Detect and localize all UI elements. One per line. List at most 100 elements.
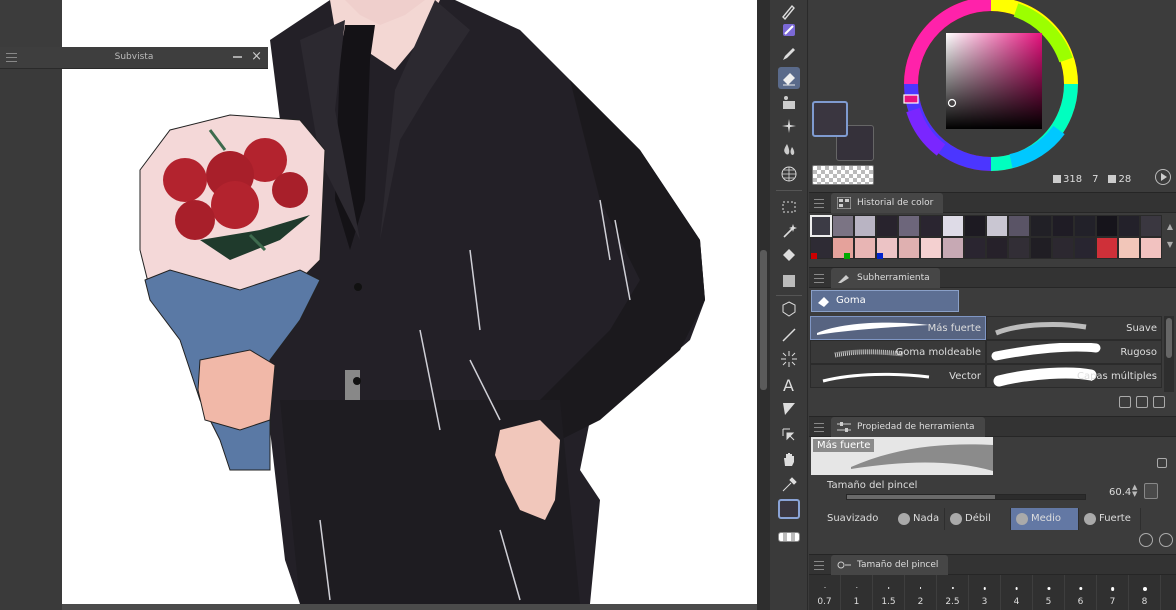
color-history-swatch[interactable]: [942, 237, 964, 259]
subtool-scrollbar[interactable]: [1164, 316, 1174, 392]
color-history-swatch[interactable]: [1140, 237, 1162, 259]
color-history-swatch[interactable]: [1118, 237, 1140, 259]
tab-subtool[interactable]: Subherramienta: [831, 268, 940, 288]
subtool-item-vector[interactable]: Vector: [810, 364, 986, 388]
color-history-swatch[interactable]: [920, 237, 942, 259]
brush-size-preset[interactable]: 1: [841, 575, 873, 610]
color-history-swatch[interactable]: [920, 215, 942, 237]
brush-size-preset[interactable]: 5: [1033, 575, 1065, 610]
main-color-swatch[interactable]: [812, 101, 848, 137]
play-icon[interactable]: [1155, 169, 1171, 185]
3d-object-icon[interactable]: [778, 298, 800, 320]
subtool-group-eraser[interactable]: Goma: [811, 290, 959, 312]
color-history-swatch[interactable]: [986, 215, 1008, 237]
color-wheel[interactable]: [901, 0, 1081, 172]
brush-size-spinner-icon[interactable]: ▲ ▼: [1132, 484, 1140, 500]
color-history-swatch[interactable]: [1030, 237, 1052, 259]
main-color-swatch[interactable]: [778, 499, 800, 519]
duplicate-subtool-icon[interactable]: [1136, 396, 1148, 408]
color-history-swatch[interactable]: [964, 215, 986, 237]
color-history-swatch[interactable]: [898, 215, 920, 237]
color-history-swatch[interactable]: [898, 237, 920, 259]
color-history-swatch[interactable]: [1140, 215, 1162, 237]
brush-tool-icon[interactable]: [778, 19, 800, 41]
pencil-tool-icon[interactable]: [778, 43, 800, 65]
eyedropper-icon[interactable]: [778, 474, 800, 496]
color-history-swatch[interactable]: [854, 237, 876, 259]
brush-size-slider[interactable]: [846, 494, 1086, 500]
panel-grip-icon[interactable]: [814, 199, 824, 211]
color-history-swatch[interactable]: [1074, 237, 1096, 259]
color-history-swatch[interactable]: [1118, 215, 1140, 237]
color-history-swatch[interactable]: [832, 215, 854, 237]
brush-size-preset[interactable]: 4: [1001, 575, 1033, 610]
color-history-swatch[interactable]: [964, 237, 986, 259]
sub-view-toggle-icon[interactable]: [1139, 533, 1153, 547]
brush-size-value[interactable]: 60.4: [1109, 487, 1131, 498]
transparent-color-swatch[interactable]: [812, 165, 874, 185]
tab-color-history[interactable]: Historial de color: [831, 193, 944, 213]
download-icon[interactable]: [1144, 483, 1158, 499]
color-history-swatch[interactable]: [1096, 237, 1118, 259]
grid-tool-icon[interactable]: [778, 163, 800, 185]
brush-size-preset[interactable]: 2.5: [937, 575, 969, 610]
line-tool-icon[interactable]: [778, 324, 800, 346]
hand-tool-icon[interactable]: [778, 448, 800, 470]
color-history-swatch[interactable]: [1096, 215, 1118, 237]
smoothing-option-nada[interactable]: Nada: [893, 508, 945, 530]
brush-size-preset[interactable]: 2: [905, 575, 937, 610]
brush-size-preset[interactable]: 3: [969, 575, 1001, 610]
panel-grip-icon[interactable]: [814, 423, 824, 435]
scrollbar-thumb[interactable]: [1166, 318, 1172, 358]
brush-size-preset[interactable]: 0.7: [809, 575, 841, 610]
lock-icon[interactable]: [1157, 458, 1167, 468]
brush-size-preset[interactable]: 1.5: [873, 575, 905, 610]
color-history-swatch[interactable]: [1052, 237, 1074, 259]
color-history-swatch[interactable]: [810, 215, 832, 237]
fill-tool-icon[interactable]: [778, 244, 800, 266]
canvas-vertical-scrollbar[interactable]: [757, 0, 770, 610]
sparkle-tool-icon[interactable]: [778, 115, 800, 137]
color-history-swatch[interactable]: [1030, 215, 1052, 237]
history-scroll-icon[interactable]: ▲ ▼: [1166, 218, 1174, 258]
delete-subtool-icon[interactable]: [1153, 396, 1165, 408]
subview-header[interactable]: Subvista ×: [0, 47, 268, 69]
color-history-swatch[interactable]: [1052, 215, 1074, 237]
color-history-swatch[interactable]: [876, 215, 898, 237]
smoothing-option-débil[interactable]: Débil: [945, 508, 1011, 530]
magic-wand-icon[interactable]: [778, 220, 800, 242]
object-select-icon[interactable]: [778, 424, 800, 446]
text-tool-icon[interactable]: A: [778, 374, 800, 396]
brush-size-preset[interactable]: 7: [1097, 575, 1129, 610]
brush-size-preset[interactable]: 6: [1065, 575, 1097, 610]
gradient-tool-icon[interactable]: [778, 270, 800, 292]
droplet-tool-icon[interactable]: [778, 139, 800, 161]
subtool-item-goma-moldeable[interactable]: Goma moldeable: [810, 340, 986, 364]
radial-lines-icon[interactable]: [778, 348, 800, 370]
color-history-swatch[interactable]: [1008, 237, 1030, 259]
color-history-swatch[interactable]: [854, 215, 876, 237]
smoothing-option-fuerte[interactable]: Fuerte: [1079, 508, 1141, 530]
balloon-tool-icon[interactable]: [778, 398, 800, 420]
wrench-icon[interactable]: [1159, 533, 1173, 547]
panel-grip-icon[interactable]: [814, 274, 824, 286]
color-history-swatch[interactable]: [1074, 215, 1096, 237]
color-history-grid[interactable]: [810, 215, 1162, 259]
selection-tool-icon[interactable]: [778, 196, 800, 218]
brush-size-preset[interactable]: 8: [1129, 575, 1161, 610]
eraser-tool-icon[interactable]: [778, 67, 800, 89]
subtool-item-capas-multiples[interactable]: Capas múltiples: [986, 364, 1162, 388]
subtool-item-rugoso[interactable]: Rugoso: [986, 340, 1162, 364]
close-icon[interactable]: ×: [251, 50, 262, 64]
panel-grip-icon[interactable]: [814, 561, 824, 573]
color-history-swatch[interactable]: [1008, 215, 1030, 237]
color-history-swatch[interactable]: [942, 215, 964, 237]
import-subtool-icon[interactable]: [1119, 396, 1131, 408]
tab-tool-property[interactable]: Propiedad de herramienta: [831, 417, 985, 437]
subtool-item-suave[interactable]: Suave: [986, 316, 1162, 340]
color-history-swatch[interactable]: [832, 237, 854, 259]
minimize-icon[interactable]: [233, 56, 242, 58]
tab-brush-size[interactable]: Tamaño del pincel: [831, 555, 949, 575]
subtool-item-mas-fuerte[interactable]: Más fuerte: [810, 316, 986, 340]
color-history-swatch[interactable]: [986, 237, 1008, 259]
